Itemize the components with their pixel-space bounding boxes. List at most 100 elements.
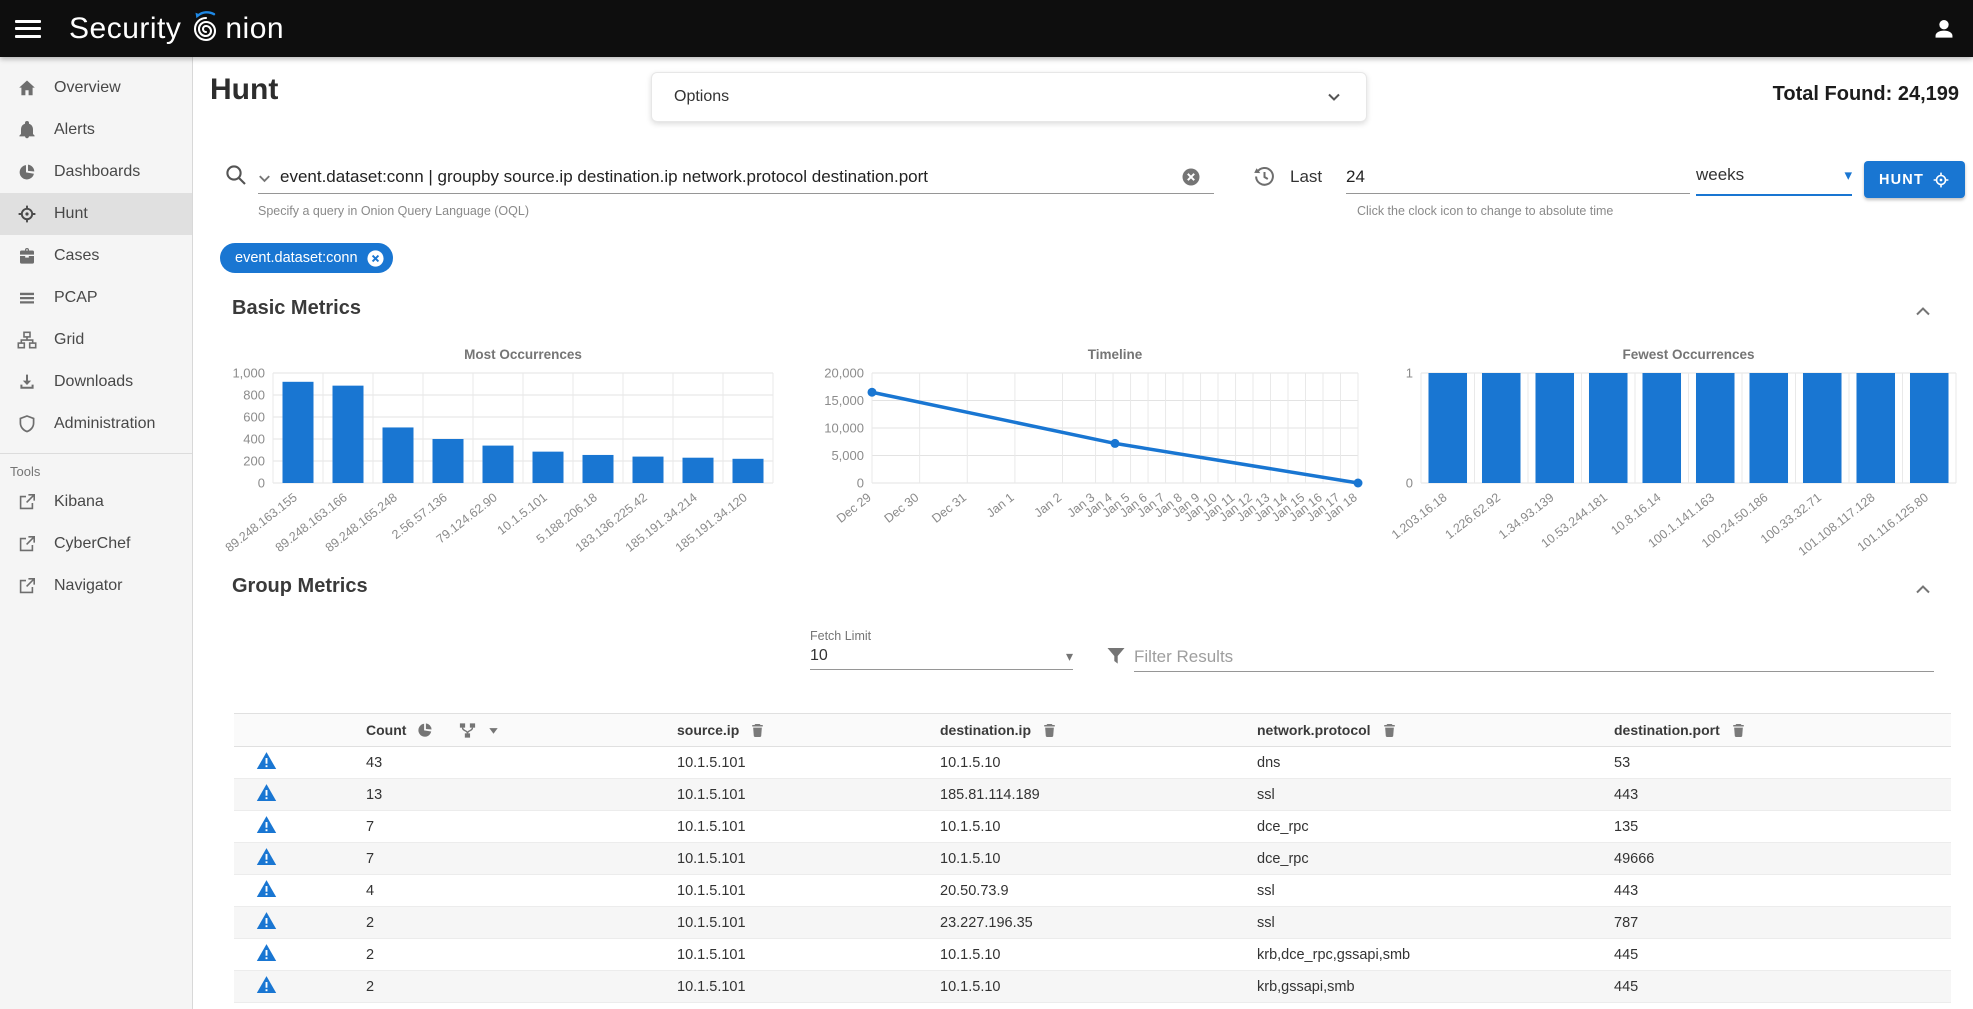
table-row[interactable]: 4310.1.5.10110.1.5.10dns53 [234,747,1951,779]
onion-spiral-icon [188,11,224,47]
warning-icon[interactable] [256,751,277,770]
table-row[interactable]: 210.1.5.10110.1.5.10krb,dce_rpc,gssapi,s… [234,939,1951,971]
warning-icon[interactable] [256,911,277,930]
collapse-group-metrics-icon[interactable] [1912,579,1934,601]
filter-results-input[interactable] [1134,643,1934,671]
svg-text:1.203.16.18: 1.203.16.18 [1391,490,1450,542]
svg-text:Dec 31: Dec 31 [929,490,969,525]
sidebar-item-pcap[interactable]: PCAP [0,277,192,319]
crosshair-icon [17,204,37,224]
bell-icon [17,120,37,140]
chart-most-occurrences: Most Occurrences02004006008001,00089.248… [217,343,781,561]
svg-text:200: 200 [243,454,265,469]
home-icon [17,78,37,98]
warning-icon[interactable] [256,783,277,802]
warning-icon[interactable] [256,943,277,962]
table-row[interactable]: 410.1.5.10120.50.73.9ssl443 [234,875,1951,907]
fetch-limit-underline [810,669,1073,670]
sidebar-item-overview[interactable]: Overview [0,67,192,109]
sidebar-item-dashboards[interactable]: Dashboards [0,151,192,193]
table-header-row: Count source.ip destination.ip [234,714,1951,747]
sidebar-item-cases[interactable]: Cases [0,235,192,277]
chevron-down-icon[interactable] [487,724,500,737]
svg-text:20,000: 20,000 [824,366,864,381]
fetch-limit-select[interactable]: Fetch Limit 10 ▾ [810,629,1073,670]
clear-query-icon[interactable] [1181,167,1201,187]
svg-text:5,000: 5,000 [831,448,864,463]
svg-text:800: 800 [243,388,265,403]
external-link-icon [17,492,37,512]
trash-icon[interactable] [1041,722,1058,739]
sidebar-item-hunt[interactable]: Hunt [0,193,192,235]
trash-icon[interactable] [749,722,766,739]
sidebar-item-alerts[interactable]: Alerts [0,109,192,151]
table-row[interactable]: 710.1.5.10110.1.5.10dce_rpc49666 [234,843,1951,875]
hunt-button[interactable]: HUNT [1864,161,1965,198]
query-chevron-down-icon[interactable] [256,170,273,187]
warning-icon[interactable] [256,975,277,994]
table-row[interactable]: 710.1.5.10110.1.5.10dce_rpc135 [234,811,1951,843]
menu-icon[interactable] [15,15,41,42]
chart-fewest-occurrences: Fewest Occurrences011.203.16.181.226.62.… [1391,343,1964,561]
table-row[interactable]: 210.1.5.10110.1.5.10krb,gssapi,smb445 [234,971,1951,1003]
trash-icon[interactable] [1381,722,1398,739]
svg-text:600: 600 [243,410,265,425]
shield-icon [17,414,37,434]
query-input[interactable] [280,163,1180,191]
page-title: Hunt [210,73,278,107]
svg-text:400: 400 [243,432,265,447]
sidebar-item-downloads[interactable]: Downloads [0,361,192,403]
chip-close-icon[interactable] [366,249,385,268]
trash-icon[interactable] [1730,722,1747,739]
options-dropdown[interactable]: Options [651,72,1367,122]
logo-text-prefix: Security [69,12,181,46]
query-helper-text: Specify a query in Onion Query Language … [258,204,529,218]
duration-unit-select[interactable]: weeks ▾ [1696,165,1852,185]
sidebar-item-navigator[interactable]: Navigator [0,565,192,607]
history-clock-icon[interactable] [1252,164,1277,189]
filter-underline [1134,671,1934,672]
svg-text:0: 0 [857,476,864,491]
svg-text:1: 1 [1406,366,1413,381]
group-metrics-heading: Group Metrics [232,575,368,598]
briefcase-icon [17,246,37,266]
time-helper-text: Click the clock icon to change to absolu… [1357,204,1613,218]
collapse-basic-metrics-icon[interactable] [1912,301,1934,323]
sankey-icon[interactable] [458,721,477,740]
pie-chart-icon[interactable] [416,721,434,739]
warning-icon[interactable] [256,815,277,834]
svg-text:15,000: 15,000 [824,393,864,408]
sidebar-item-administration[interactable]: Administration [0,403,192,445]
svg-text:0: 0 [1406,476,1413,491]
user-icon[interactable] [1931,16,1957,42]
basic-metrics-heading: Basic Metrics [232,297,361,320]
sidebar-item-grid[interactable]: Grid [0,319,192,361]
sidebar-item-kibana[interactable]: Kibana [0,481,192,523]
total-found: Total Found: 24,199 [1773,83,1959,106]
top-app-bar: Security nion [0,0,1973,57]
col-destination-ip[interactable]: destination.ip [940,722,1031,738]
filter-chip[interactable]: event.dataset:conn [220,243,393,273]
table-row[interactable]: 1310.1.5.101185.81.114.189ssl443 [234,779,1951,811]
external-link-icon [17,534,37,554]
svg-text:Fewest Occurrences: Fewest Occurrences [1622,347,1754,362]
duration-input[interactable] [1346,163,1686,191]
svg-text:Most Occurrences: Most Occurrences [464,347,582,362]
col-source-ip[interactable]: source.ip [677,722,739,738]
chart-timeline: Timeline05,00010,00015,00020,000Dec 29De… [806,343,1366,561]
app-logo: Security nion [69,11,284,47]
time-range-last-label: Last [1290,167,1322,187]
col-destination-port[interactable]: destination.port [1614,722,1720,738]
logo-text-suffix: nion [225,12,284,46]
warning-icon[interactable] [256,847,277,866]
warning-icon[interactable] [256,879,277,898]
svg-text:0: 0 [258,476,265,491]
svg-text:Dec 30: Dec 30 [882,490,922,525]
download-icon [17,372,37,392]
sidebar-item-cyberchef[interactable]: CyberChef [0,523,192,565]
select-caret-icon: ▾ [1844,166,1852,184]
col-network-protocol[interactable]: network.protocol [1257,722,1371,738]
table-row[interactable]: 210.1.5.10123.227.196.35ssl787 [234,907,1951,939]
search-icon [224,163,248,187]
col-count[interactable]: Count [366,722,406,738]
